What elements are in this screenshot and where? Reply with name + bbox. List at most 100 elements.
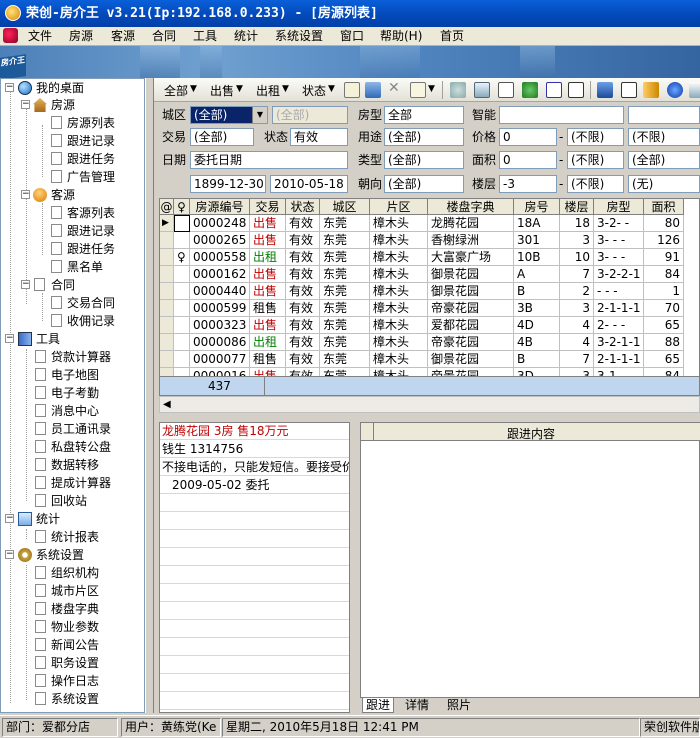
menu-client[interactable]: 客源: [111, 28, 135, 45]
table-cell: [174, 283, 190, 300]
filter-rent-button[interactable]: 出租: [256, 82, 280, 99]
city-select[interactable]: (全部) ▼: [190, 106, 268, 124]
collapse-icon[interactable]: −: [21, 190, 30, 199]
collapse-icon[interactable]: −: [5, 83, 14, 92]
tab-details[interactable]: 详情: [402, 698, 432, 713]
trade-label: 交易: [162, 130, 187, 144]
refresh-icon[interactable]: [522, 82, 538, 98]
table-cell: - - -: [594, 283, 644, 300]
link-icon[interactable]: [450, 82, 466, 98]
grid-icon[interactable]: [621, 82, 637, 98]
date-from-input[interactable]: 1899-12-30: [190, 175, 266, 193]
usage-select[interactable]: (全部): [384, 128, 464, 146]
status-select[interactable]: 有效: [290, 128, 348, 146]
grid-header-cell[interactable]: ♀: [174, 199, 190, 215]
collapse-icon[interactable]: −: [5, 514, 14, 523]
grid-header-cell[interactable]: @: [160, 199, 174, 215]
floor-min-input[interactable]: -3: [499, 175, 557, 193]
grid-header-cell[interactable]: 交易: [250, 199, 286, 215]
menu-stats[interactable]: 统计: [234, 28, 258, 45]
menu-settings[interactable]: 系统设置: [275, 28, 323, 45]
chart-icon[interactable]: [689, 82, 700, 98]
price-max-input[interactable]: (不限): [567, 128, 624, 146]
filter-all-button[interactable]: 全部: [164, 82, 188, 99]
menu-contract[interactable]: 合同: [152, 28, 176, 45]
smart-search-extra[interactable]: [628, 106, 700, 124]
price-unit-select[interactable]: (不限): [628, 128, 700, 146]
collapse-icon[interactable]: −: [5, 334, 14, 343]
list-icon[interactable]: [365, 82, 381, 98]
city-value: (全部): [194, 108, 228, 122]
smart-search-input[interactable]: [499, 106, 624, 124]
size-unit-value: (全部): [632, 153, 666, 167]
page-icon: [35, 620, 46, 633]
tree-splitter[interactable]: [145, 78, 154, 713]
table-cell: 0000265: [190, 232, 250, 249]
page-icon: [51, 296, 62, 309]
area-value: (全部): [276, 108, 310, 122]
edit-icon[interactable]: [597, 82, 613, 98]
size-max-input[interactable]: (不限): [567, 151, 624, 169]
filter-status-button[interactable]: 状态: [302, 82, 326, 99]
horizontal-splitter[interactable]: [154, 413, 700, 422]
size-min-input[interactable]: 0: [499, 151, 557, 169]
collapse-icon[interactable]: −: [21, 280, 30, 289]
table-cell: [174, 317, 190, 334]
menu-home[interactable]: 首页: [440, 28, 464, 45]
menu-window[interactable]: 窗口: [340, 28, 364, 45]
floor-min-value: -3: [503, 177, 515, 191]
trade-select[interactable]: (全部): [190, 128, 254, 146]
table-cell: 88: [644, 334, 684, 351]
house-type-field[interactable]: 全部: [384, 106, 464, 124]
page-icon: [51, 260, 62, 273]
size-unit-select[interactable]: (全部): [628, 151, 700, 169]
date-to-input[interactable]: 2010-05-18: [270, 175, 348, 193]
date-type-value: 委托日期: [194, 153, 243, 167]
menu-file[interactable]: 文件: [28, 28, 52, 45]
collapse-icon[interactable]: −: [21, 100, 30, 109]
grid-header-cell[interactable]: 状态: [286, 199, 320, 215]
grid-header-cell[interactable]: 楼盘字典: [428, 199, 514, 215]
grid-header-cell[interactable]: 城区: [320, 199, 370, 215]
layout-icon[interactable]: [568, 82, 584, 98]
vertical-splitter[interactable]: [350, 422, 360, 713]
scroll-left-icon[interactable]: ◀: [163, 397, 171, 412]
tab-photos[interactable]: 照片: [444, 698, 474, 713]
menu-help[interactable]: 帮助(H): [380, 28, 422, 45]
date-type-select[interactable]: 委托日期: [190, 151, 348, 169]
tab-followup[interactable]: 跟进: [362, 698, 395, 713]
grid-header-cell[interactable]: 楼层: [560, 199, 594, 215]
new-icon[interactable]: [344, 82, 360, 98]
filter-sale-button[interactable]: 出售: [210, 82, 234, 99]
clipboard-icon[interactable]: [498, 82, 514, 98]
document-icon[interactable]: [410, 82, 426, 98]
app-menu-icon[interactable]: [3, 28, 18, 43]
tree-item-label: 新闻公告: [51, 638, 100, 652]
globe-icon[interactable]: [667, 82, 683, 98]
grid-hscrollbar[interactable]: ◀: [159, 396, 700, 413]
table-cell: B: [514, 283, 560, 300]
grid-header-cell[interactable]: 房源编号: [190, 199, 250, 215]
table-cell: 3- - -: [594, 249, 644, 266]
kind-select[interactable]: (全部): [384, 151, 464, 169]
grid-header-cell[interactable]: 面积: [644, 199, 684, 215]
page-icon: [35, 566, 46, 579]
grid-header-cell[interactable]: 房号: [514, 199, 560, 215]
report-icon[interactable]: [546, 82, 562, 98]
delete-icon[interactable]: ✕: [388, 80, 400, 96]
book-open-icon[interactable]: [643, 82, 659, 98]
grid-header-cell[interactable]: 房型: [594, 199, 644, 215]
collapse-icon[interactable]: −: [5, 550, 14, 559]
floor-extra-select[interactable]: (无): [628, 175, 700, 193]
price-min-input[interactable]: 0: [499, 128, 557, 146]
city-label: 城区: [162, 108, 187, 122]
brand-logo: 房介王: [0, 54, 26, 78]
chevron-down-icon[interactable]: ▼: [252, 107, 267, 123]
facing-select[interactable]: (全部): [384, 175, 464, 193]
menu-tools[interactable]: 工具: [193, 28, 217, 45]
grid-header-cell[interactable]: 片区: [370, 199, 428, 215]
menu-house[interactable]: 房源: [69, 28, 93, 45]
floor-max-input[interactable]: (不限): [567, 175, 624, 193]
monitor-icon[interactable]: [474, 82, 490, 98]
tree-item-label: 客源列表: [67, 206, 116, 220]
